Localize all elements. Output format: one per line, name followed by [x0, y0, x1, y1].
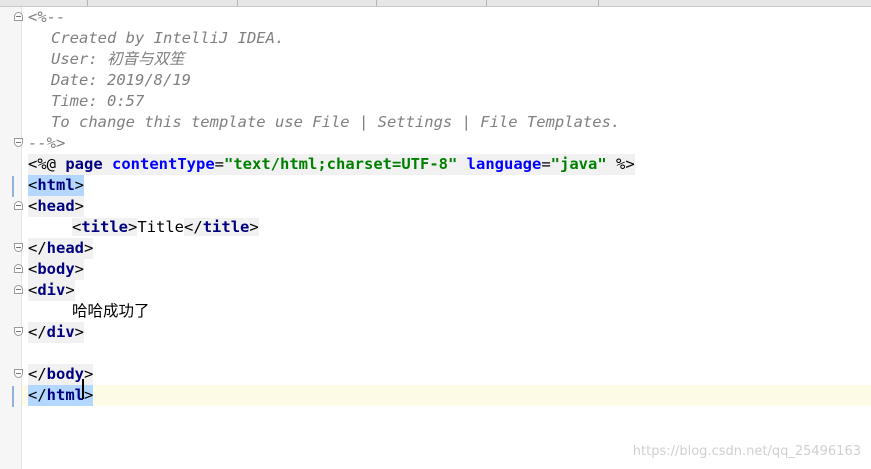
code-line-16: </div> — [22, 322, 871, 343]
html-tag-marker — [12, 176, 14, 197]
code-line-12: </head> — [22, 238, 871, 259]
comment-user-label: User: — [51, 50, 107, 68]
title-text: Title — [137, 218, 185, 236]
editor-tab-strip[interactable] — [0, 0, 871, 7]
div-open-tag: <div> — [28, 280, 75, 301]
code-line-8: <%@ page contentType="text/html;charset=… — [22, 154, 871, 175]
comment-user-value: 初音与双笙 — [107, 50, 185, 68]
code-editor[interactable]: <%-- Created by IntelliJ IDEA. User: 初音与… — [22, 7, 871, 469]
head-close-tag: </head> — [28, 238, 94, 259]
directive-open: <%@ — [28, 155, 56, 173]
comment-time: Time: 0:57 — [51, 92, 145, 110]
code-line-2: Created by IntelliJ IDEA. — [22, 28, 871, 49]
html-open-tag: <html> — [28, 175, 85, 196]
directive-attr-language: language — [466, 155, 542, 173]
div-close-tag: </div> — [28, 322, 85, 343]
code-line-5: Time: 0:57 — [22, 91, 871, 112]
code-line-19-current: </html> — [22, 385, 871, 406]
code-line-15: 哈哈成功了 — [22, 301, 871, 322]
tab-divider — [87, 0, 88, 6]
html-tag-marker — [12, 386, 14, 407]
directive-name: page — [65, 155, 103, 173]
comment-user: User: 初音与双笙 — [51, 49, 185, 70]
comment-open: <%-- — [28, 8, 66, 26]
editor-gutter[interactable] — [0, 7, 22, 469]
tab-divider — [237, 0, 238, 6]
body-open-tag: <body> — [28, 259, 85, 280]
tab-divider — [376, 0, 377, 6]
code-line-11: <title>Title</title> — [22, 217, 871, 238]
code-line-18: </body> — [22, 364, 871, 385]
head-open-tag: <head> — [28, 196, 85, 217]
code-line-7: --%> — [22, 133, 871, 154]
watermark: https://blog.csdn.net/qq_25496163 — [632, 444, 861, 459]
code-line-10: <head> — [22, 196, 871, 217]
directive-value-language: "java" — [550, 155, 607, 173]
div-text: 哈哈成功了 — [72, 302, 150, 320]
code-line-1: <%-- — [22, 7, 871, 28]
comment-created-by: Created by IntelliJ IDEA. — [51, 29, 285, 47]
comment-close: --%> — [28, 134, 66, 152]
comment-template-hint: To change this template use File | Setti… — [51, 113, 621, 131]
directive-value-content-type: "text/html;charset=UTF-8" — [224, 155, 458, 173]
title-element: <title>Title</title> — [72, 218, 259, 236]
code-line-14: <div> — [22, 280, 871, 301]
tab-divider — [486, 0, 487, 6]
code-line-13: <body> — [22, 259, 871, 280]
page-directive: <%@ page contentType="text/html;charset=… — [28, 154, 635, 175]
text-caret — [82, 379, 84, 399]
tab-divider — [598, 0, 599, 6]
directive-attr-content-type: contentType — [112, 155, 215, 173]
code-line-4: Date: 2019/8/19 — [22, 70, 871, 91]
comment-date: Date: 2019/8/19 — [51, 71, 191, 89]
code-line-6: To change this template use File | Setti… — [22, 112, 871, 133]
code-line-3: User: 初音与双笙 — [22, 49, 871, 70]
directive-close: %> — [616, 155, 635, 173]
code-line-9: <html> — [22, 175, 871, 196]
